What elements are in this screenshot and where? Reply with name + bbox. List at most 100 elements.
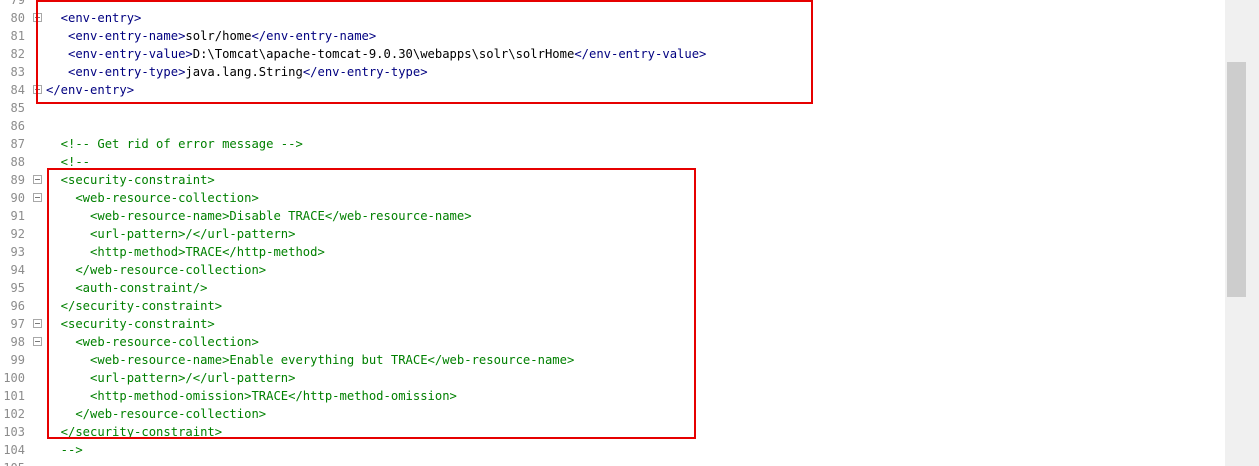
code-line[interactable]: 92 <url-pattern>/</url-pattern> [0,225,1225,243]
line-number: 81 [10,29,25,43]
code-line[interactable]: 102 </web-resource-collection> [0,405,1225,423]
code-token: <http-method>TRACE</http-method> [46,245,325,259]
code-token: <web-resource-collection> [46,191,259,205]
code-token: </env-entry-value> [574,47,707,61]
code-token: <web-resource-collection> [46,335,259,349]
code-line[interactable]: 98 <web-resource-collection> [0,333,1225,351]
code-text: <auth-constraint/> [46,279,207,297]
line-number: 94 [10,263,25,277]
line-number: 100 [3,371,25,385]
line-number: 84 [10,83,25,97]
fold-collapse-icon[interactable] [33,319,42,328]
code-line[interactable]: 88 <!-- [0,153,1225,171]
code-token: <!-- Get rid of error message --> [46,137,303,151]
code-line[interactable]: 87 <!-- Get rid of error message --> [0,135,1225,153]
code-line[interactable]: 93 <http-method>TRACE</http-method> [0,243,1225,261]
line-number: 91 [10,209,25,223]
code-token: <web-resource-name>Disable TRACE</web-re… [46,209,472,223]
line-number: 87 [10,137,25,151]
line-number: 98 [10,335,25,349]
code-line[interactable]: 95 <auth-constraint/> [0,279,1225,297]
code-text: <url-pattern>/</url-pattern> [46,225,295,243]
line-number: 97 [10,317,25,331]
code-line[interactable]: 94 </web-resource-collection> [0,261,1225,279]
line-number: 85 [10,101,25,115]
code-line[interactable]: 82 <env-entry-value>D:\Tomcat\apache-tom… [0,45,1225,63]
code-text: <env-entry-name>solr/home</env-entry-nam… [46,27,376,45]
code-text: <!-- [46,153,90,171]
code-line[interactable]: 89 <security-constraint> [0,171,1225,189]
code-line[interactable]: 105 [0,459,1225,466]
code-line[interactable]: 81 <env-entry-name>solr/home</env-entry-… [0,27,1225,45]
code-token: <security-constraint> [46,173,215,187]
code-line[interactable]: 80 <env-entry> [0,9,1225,27]
code-token: </security-constraint> [46,299,223,313]
code-text: <env-entry-value>D:\Tomcat\apache-tomcat… [46,45,706,63]
fold-expand-icon[interactable] [33,85,42,94]
code-line[interactable]: 79 [0,0,1225,9]
code-line[interactable]: 83 <env-entry-type>java.lang.String</env… [0,63,1225,81]
code-token: <env-entry> [46,11,142,25]
code-text: <env-entry-type>java.lang.String</env-en… [46,63,428,81]
line-number: 82 [10,47,25,61]
code-text: --> [46,441,83,459]
code-line[interactable]: 97 <security-constraint> [0,315,1225,333]
code-token: D:\Tomcat\apache-tomcat-9.0.30\webapps\s… [192,47,575,61]
code-token: <security-constraint> [46,317,215,331]
line-number: 79 [10,0,25,7]
line-number: 105 [0,459,25,466]
code-token: </env-entry> [46,83,135,97]
code-text: <security-constraint> [46,171,215,189]
fold-collapse-icon[interactable] [33,337,42,346]
fold-expand-icon[interactable] [33,13,42,22]
code-line[interactable]: 103 </security-constraint> [0,423,1225,441]
code-token: <env-entry-value> [46,47,193,61]
code-text: <http-method-omission>TRACE</http-method… [46,387,457,405]
code-token: </env-entry-type> [302,65,428,79]
code-text: <url-pattern>/</url-pattern> [46,369,295,387]
scrollbar-thumb[interactable] [1227,62,1246,297]
code-token: --> [46,443,83,457]
fold-collapse-icon[interactable] [33,193,42,202]
line-number: 93 [10,245,25,259]
code-line[interactable]: 100 <url-pattern>/</url-pattern> [0,369,1225,387]
line-number: 103 [3,425,25,439]
code-line[interactable]: 101 <http-method-omission>TRACE</http-me… [0,387,1225,405]
code-line[interactable]: 104 --> [0,441,1225,459]
code-token: </web-resource-collection> [46,407,267,421]
line-number: 89 [10,173,25,187]
code-line[interactable]: 86 [0,117,1225,135]
line-number: 99 [10,353,25,367]
code-text: <web-resource-collection> [46,189,259,207]
code-editor[interactable]: 79 80 <env-entry> 81 <env-entry-name>solr/… [0,0,1225,466]
fold-collapse-icon[interactable] [33,175,42,184]
code-token: <url-pattern>/</url-pattern> [46,227,296,241]
code-text: <env-entry> [46,9,142,27]
code-text: <!-- Get rid of error message --> [46,135,303,153]
code-line[interactable]: 96 </security-constraint> [0,297,1225,315]
code-token: <env-entry-type> [46,65,186,79]
code-line[interactable]: 84 </env-entry> [0,81,1225,99]
code-line[interactable]: 90 <web-resource-collection> [0,189,1225,207]
code-token: </security-constraint> [46,425,223,439]
code-token: <!-- [46,155,91,169]
line-number: 104 [3,443,25,457]
line-number: 92 [10,227,25,241]
code-token: <http-method-omission>TRACE</http-method… [46,389,457,403]
code-text: <http-method>TRACE</http-method> [46,243,325,261]
code-text: </security-constraint> [46,297,222,315]
line-number: 90 [10,191,25,205]
code-token: </env-entry-name> [251,29,377,43]
code-text: </env-entry> [46,81,134,99]
code-token: </web-resource-collection> [46,263,267,277]
code-text: <security-constraint> [46,315,215,333]
code-line[interactable]: 91 <web-resource-name>Disable TRACE</web… [0,207,1225,225]
code-line[interactable]: 85 [0,99,1225,117]
code-token: <auth-constraint/> [46,281,208,295]
code-token: <url-pattern>/</url-pattern> [46,371,296,385]
code-text: <web-resource-name>Disable TRACE</web-re… [46,207,472,225]
code-line[interactable]: 99 <web-resource-name>Enable everything … [0,351,1225,369]
code-text: <web-resource-name>Enable everything but… [46,351,574,369]
line-number: 83 [10,65,25,79]
line-number: 95 [10,281,25,295]
